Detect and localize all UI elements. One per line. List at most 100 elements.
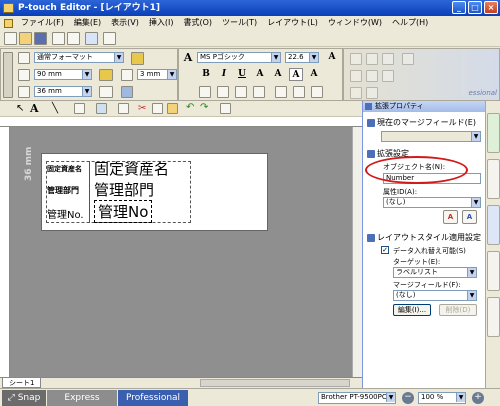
layout-align-right-icon[interactable]: [382, 53, 394, 65]
printer-select[interactable]: Brother PT-9500PC ▼: [318, 392, 396, 404]
rectangle-tool-icon[interactable]: [74, 103, 85, 114]
align-justify-icon[interactable]: [253, 86, 265, 98]
font-shrink-icon[interactable]: A: [307, 68, 321, 81]
label-value-3-selected[interactable]: 管理No: [94, 200, 153, 223]
italic-button[interactable]: I: [217, 68, 231, 81]
align-left-icon[interactable]: [199, 86, 211, 98]
zoom-out-icon[interactable]: −: [402, 392, 414, 404]
mode-express[interactable]: Express: [47, 390, 117, 406]
clipart-tool-icon[interactable]: [118, 103, 129, 114]
minimize-button[interactable]: _: [452, 1, 466, 14]
outline-button[interactable]: A: [253, 68, 267, 81]
layout-middle-icon[interactable]: [366, 70, 378, 82]
print-preview-icon[interactable]: [67, 32, 80, 45]
zoom-in-icon[interactable]: +: [472, 392, 484, 404]
delete-button[interactable]: 削除(D): [439, 304, 477, 316]
mode-snap[interactable]: ⤢ Snap: [2, 390, 46, 406]
menu-tools[interactable]: ツール(T): [217, 16, 262, 30]
shadow-button[interactable]: A: [271, 68, 285, 81]
new-icon[interactable]: [4, 32, 17, 45]
image-tool-icon[interactable]: [96, 103, 107, 114]
current-merge-select[interactable]: ▼: [381, 131, 481, 142]
margin-field[interactable]: 3 mm ▼: [137, 69, 177, 80]
label-paper[interactable]: 固定資産名 固定資産名 管理部門 管理部門 管理No. 管理No: [41, 153, 268, 231]
database-icon[interactable]: [85, 32, 98, 45]
menu-window[interactable]: ウィンドウ(W): [323, 16, 387, 30]
length-field[interactable]: 90 mm ▼: [34, 69, 92, 80]
format-select[interactable]: 通常フォーマット ▼: [34, 52, 124, 63]
layout-top-icon[interactable]: [350, 70, 362, 82]
font-grow-icon[interactable]: A: [325, 51, 339, 64]
side-tab-properties[interactable]: [487, 205, 500, 245]
menu-layout[interactable]: レイアウト(L): [262, 16, 323, 30]
redo-icon[interactable]: ↷: [200, 102, 208, 113]
side-tab-clipart[interactable]: [487, 251, 500, 291]
font-name-select[interactable]: MS Pゴシック ▼: [197, 52, 281, 63]
layout-window-icon[interactable]: [220, 103, 231, 114]
side-tab-layout[interactable]: [487, 113, 500, 153]
layout-align-center-icon[interactable]: [366, 53, 378, 65]
help-icon[interactable]: [103, 32, 116, 45]
close-button[interactable]: ×: [484, 1, 498, 14]
align-middle-icon[interactable]: [293, 86, 305, 98]
undo-icon[interactable]: ↶: [186, 102, 194, 113]
label-caption-3[interactable]: 管理No.: [47, 206, 84, 221]
attribute-id-select[interactable]: (なし) ▼: [383, 197, 481, 208]
line-tool-icon[interactable]: ╲: [52, 103, 58, 114]
align-center-icon[interactable]: [217, 86, 229, 98]
cut-icon[interactable]: ✂: [138, 103, 146, 114]
edit-button[interactable]: 編集(I)...: [393, 304, 431, 316]
paper-settings-icon[interactable]: [131, 52, 144, 65]
rotate-icon[interactable]: [121, 86, 133, 98]
current-merge-section[interactable]: 現在のマージフィールド(E): [365, 117, 485, 129]
target-select[interactable]: ラベルリスト ▼: [393, 267, 477, 278]
label-value-2[interactable]: 管理部門: [94, 179, 154, 200]
width-field[interactable]: 36 mm ▼: [34, 86, 92, 97]
font-size-select[interactable]: 22.6 ▼: [285, 52, 319, 63]
align-bottom-icon[interactable]: [311, 86, 323, 98]
maximize-button[interactable]: □: [468, 1, 482, 14]
copy-icon[interactable]: [152, 103, 163, 114]
orientation-icon[interactable]: [99, 86, 113, 98]
select-arrow-icon[interactable]: ↖: [16, 103, 24, 114]
save-icon[interactable]: [34, 32, 47, 45]
menu-edit[interactable]: 編集(E): [69, 16, 106, 30]
layout-align-left-icon[interactable]: [350, 53, 362, 65]
align-top-icon[interactable]: [275, 86, 287, 98]
horizontal-scrollbar[interactable]: [200, 379, 350, 387]
menu-format[interactable]: 書式(O): [178, 16, 217, 30]
print-icon[interactable]: [52, 32, 65, 45]
frame-button[interactable]: A: [289, 68, 303, 81]
menu-view[interactable]: 表示(V): [106, 16, 144, 30]
zoom-select[interactable]: 100 % ▼: [418, 392, 466, 404]
side-tab-other[interactable]: [487, 297, 500, 337]
layout-group-icon[interactable]: [350, 87, 362, 99]
vertical-scrollbar[interactable]: [352, 127, 362, 377]
layout-ungroup-icon[interactable]: [366, 87, 378, 99]
attribute-add-icon[interactable]: A: [443, 210, 458, 224]
mode-professional[interactable]: Professional: [118, 390, 188, 406]
merge-field-select[interactable]: (なし) ▼: [393, 290, 477, 301]
open-icon[interactable]: [19, 32, 32, 45]
side-tab-database[interactable]: [487, 159, 500, 199]
paste-icon[interactable]: [167, 103, 178, 114]
swap-checkbox[interactable]: ✓: [381, 246, 389, 254]
canvas-area[interactable]: 36 mm 固定資産名 固定資産名 管理部門 管理部門 管理No. 管理No: [10, 127, 362, 377]
target-label: ターゲット(E):: [393, 258, 441, 266]
layout-bottom-icon[interactable]: [382, 70, 394, 82]
sheet-tab-1[interactable]: シート1: [2, 378, 42, 388]
menu-help[interactable]: ヘルプ(H): [387, 16, 433, 30]
menu-insert[interactable]: 挿入(I): [144, 16, 179, 30]
label-caption-2[interactable]: 管理部門: [47, 185, 79, 196]
auto-length-icon[interactable]: [99, 69, 113, 81]
align-right-icon[interactable]: [235, 86, 247, 98]
layout-style-section[interactable]: レイアウトスタイル適用設定: [365, 232, 485, 244]
attribute-remove-icon[interactable]: A: [462, 210, 477, 224]
layout-distribute-icon[interactable]: [402, 53, 414, 65]
menu-file[interactable]: ファイル(F): [16, 16, 69, 30]
underline-button[interactable]: U: [235, 68, 249, 81]
label-caption-1[interactable]: 固定資産名: [47, 164, 82, 174]
text-tool-icon[interactable]: A: [30, 102, 39, 115]
bold-button[interactable]: B: [199, 68, 213, 81]
label-value-1[interactable]: 固定資産名: [94, 158, 169, 179]
